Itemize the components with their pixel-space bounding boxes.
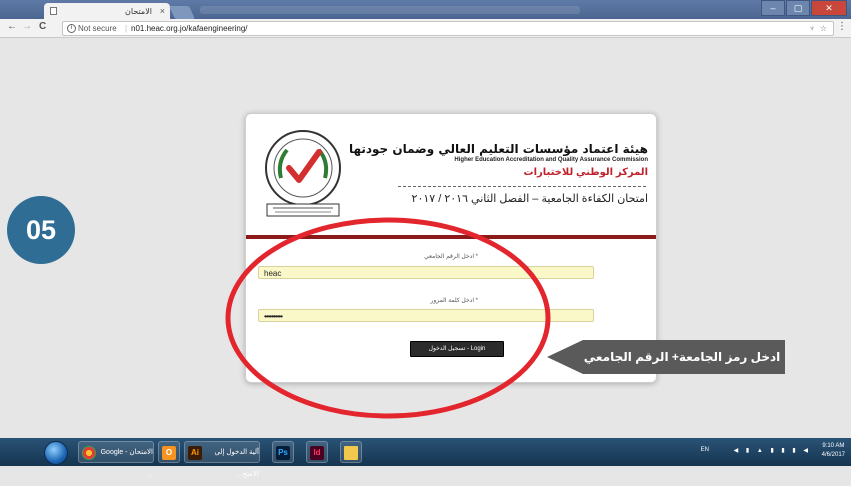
callout-text: ادخل رمز الجامعة+ الرقم الجامعي	[583, 350, 781, 364]
system-clock[interactable]: 9:10 AM 4/6/2017	[822, 442, 845, 460]
taskbar-item-indesign[interactable]: Id	[306, 441, 328, 463]
photoshop-icon: Ps	[276, 446, 290, 460]
taskbar-item-illustrator[interactable]: Ai آلية الدخول إلى الامتح...	[184, 441, 260, 478]
taskbar-item-chrome[interactable]: الامتحان - Google ...	[78, 441, 154, 478]
taskbar-item-explorer[interactable]	[340, 441, 362, 463]
taskbar-label: آلية الدخول إلى الامتح...	[214, 449, 259, 478]
taskbar-item-outlook[interactable]: O	[158, 441, 180, 463]
chrome-icon	[82, 446, 96, 460]
language-indicator[interactable]: EN	[701, 447, 709, 453]
highlight-ellipse	[225, 217, 551, 419]
start-button[interactable]	[44, 441, 68, 465]
folder-icon	[344, 446, 358, 460]
clock-time: 9:10 AM	[822, 443, 845, 449]
annotation-overlay	[225, 217, 785, 419]
outlook-icon: O	[162, 446, 176, 460]
taskbar-label: الامتحان - Google ...	[100, 449, 153, 478]
clock-date: 4/6/2017	[821, 452, 845, 458]
indesign-icon: Id	[310, 446, 324, 460]
system-tray-icons[interactable]: ◀ ▮ ▲ ▮ ▮ ▮ ◀	[734, 447, 811, 454]
illustrator-icon: Ai	[188, 446, 202, 460]
windows-taskbar: الامتحان - Google ... O Ai آلية الدخول إ…	[0, 438, 851, 478]
taskbar-item-photoshop[interactable]: Ps	[272, 441, 294, 463]
